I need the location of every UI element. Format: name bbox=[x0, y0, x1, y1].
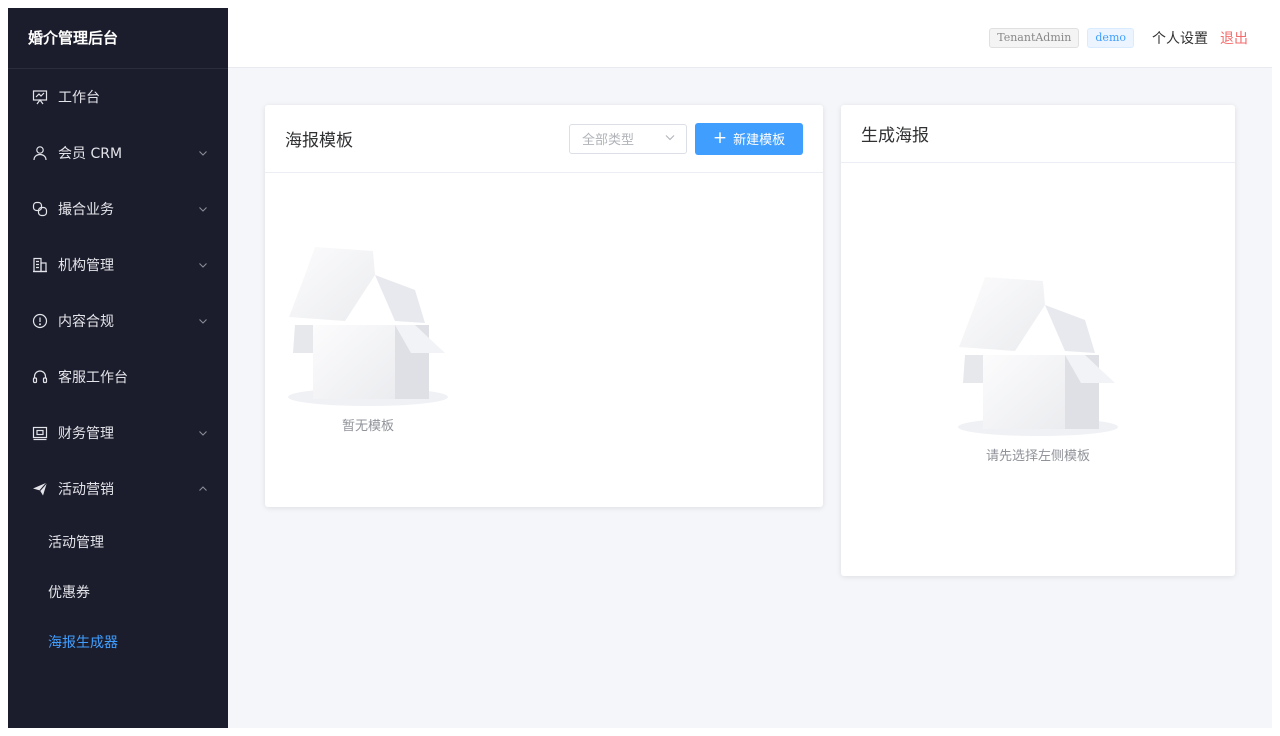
empty-text: 暂无模板 bbox=[341, 419, 394, 434]
sidebar-item-marketing[interactable]: 活动营销 bbox=[8, 461, 228, 517]
sidebar-item-label: 客服工作台 bbox=[58, 370, 128, 386]
chevron-down-icon bbox=[198, 260, 208, 270]
card-title: 海报模板 bbox=[285, 131, 353, 151]
template-type-select[interactable]: 全部类型 bbox=[569, 123, 687, 154]
empty-box-illustration bbox=[955, 277, 1121, 445]
card-title: 生成海报 bbox=[861, 126, 929, 146]
sidebar-subitem-activity-management[interactable]: 活动管理 bbox=[8, 517, 228, 567]
select-value: 全部类型 bbox=[582, 133, 635, 148]
chevron-down-icon bbox=[198, 204, 208, 214]
presentation-icon bbox=[32, 89, 48, 105]
plus-icon: + bbox=[712, 128, 728, 148]
wallet-icon bbox=[32, 425, 48, 441]
sidebar-item-compliance[interactable]: 内容合规 bbox=[8, 293, 228, 349]
top-header: TenantAdmin demo 个人设置 退出 bbox=[228, 8, 1272, 68]
sidebar-item-matching[interactable]: 撮合业务 bbox=[8, 181, 228, 237]
tenant-role-badge: TenantAdmin bbox=[989, 27, 1080, 48]
sidebar-item-label: 工作台 bbox=[58, 90, 100, 106]
personal-settings-link[interactable]: 个人设置 bbox=[1152, 28, 1208, 48]
sidebar-item-organization[interactable]: 机构管理 bbox=[8, 237, 228, 293]
brand-title: 婚介管理后台 bbox=[8, 8, 228, 69]
building-icon bbox=[32, 257, 48, 273]
logout-link[interactable]: 退出 bbox=[1220, 28, 1248, 48]
link-icon bbox=[32, 201, 48, 217]
sidebar-item-workbench[interactable]: 工作台 bbox=[8, 69, 228, 125]
sidebar-item-label: 会员 CRM bbox=[58, 146, 123, 162]
send-icon bbox=[32, 481, 48, 497]
sidebar-subitem-coupons[interactable]: 优惠券 bbox=[8, 567, 228, 617]
generate-poster-card: 生成海报 请先选择左侧模板 bbox=[841, 105, 1235, 576]
sidebar: 婚介管理后台 工作台 会员 CRM 撮合业务 机构管理 内容合规 客服工作台 财… bbox=[8, 8, 228, 728]
empty-box-illustration bbox=[285, 247, 451, 415]
sidebar-item-label: 财务管理 bbox=[58, 426, 114, 442]
button-label: 新建模板 bbox=[733, 133, 786, 148]
warning-circle-icon bbox=[32, 313, 48, 329]
chevron-down-icon bbox=[664, 131, 676, 147]
sidebar-item-crm[interactable]: 会员 CRM bbox=[8, 125, 228, 181]
user-icon bbox=[32, 145, 48, 161]
sidebar-item-finance[interactable]: 财务管理 bbox=[8, 405, 228, 461]
username-badge: demo bbox=[1087, 27, 1134, 48]
chevron-down-icon bbox=[198, 316, 208, 326]
empty-text: 请先选择左侧模板 bbox=[985, 449, 1090, 464]
templates-empty-state: 暂无模板 bbox=[285, 245, 451, 434]
generate-empty-state: 请先选择左侧模板 bbox=[955, 275, 1121, 464]
card-header: 生成海报 bbox=[841, 105, 1235, 163]
chevron-down-icon bbox=[198, 148, 208, 158]
chevron-up-icon bbox=[198, 484, 208, 494]
sidebar-item-customer-service[interactable]: 客服工作台 bbox=[8, 349, 228, 405]
headset-icon bbox=[32, 369, 48, 385]
sidebar-item-label: 活动营销 bbox=[58, 482, 114, 498]
chevron-down-icon bbox=[198, 428, 208, 438]
sidebar-item-label: 撮合业务 bbox=[58, 202, 114, 218]
card-header: 海报模板 全部类型 + 新建模板 bbox=[265, 105, 823, 173]
sidebar-subitem-poster-generator[interactable]: 海报生成器 bbox=[8, 617, 228, 667]
sidebar-item-label: 机构管理 bbox=[58, 258, 114, 274]
new-template-button[interactable]: + 新建模板 bbox=[695, 122, 803, 155]
app-frame: 婚介管理后台 工作台 会员 CRM 撮合业务 机构管理 内容合规 客服工作台 财… bbox=[8, 8, 1272, 728]
sidebar-item-label: 内容合规 bbox=[58, 314, 114, 330]
poster-templates-card: 海报模板 全部类型 + 新建模板 暂无模板 bbox=[265, 105, 823, 507]
